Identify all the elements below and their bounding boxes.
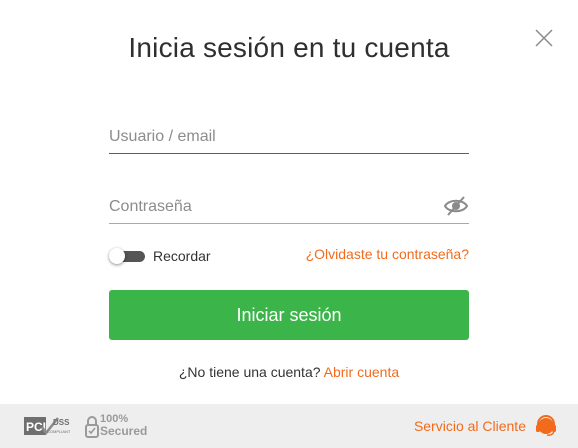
secured-line2: Secured bbox=[100, 424, 148, 438]
svg-text:DSS: DSS bbox=[53, 418, 70, 427]
username-field-wrapper bbox=[109, 123, 469, 154]
remember-label: Recordar bbox=[153, 248, 211, 264]
pci-dss-badge: PCI DSS COMPLIANT bbox=[24, 417, 71, 436]
secured-badge-text: 100% Secured bbox=[100, 414, 148, 438]
remember-toggle[interactable] bbox=[109, 248, 145, 264]
password-field-wrapper bbox=[109, 193, 469, 224]
modal-title: Inicia sesión en tu cuenta bbox=[128, 32, 450, 63]
signup-link[interactable]: Abrir cuenta bbox=[324, 364, 399, 380]
eye-slash-icon[interactable] bbox=[443, 195, 469, 217]
username-input[interactable] bbox=[109, 123, 469, 151]
headset-icon[interactable] bbox=[535, 415, 557, 437]
toggle-knob bbox=[109, 248, 125, 264]
login-modal: Inicia sesión en tu cuenta Recordar ¿Olv… bbox=[0, 0, 578, 448]
modal-footer: PCI DSS COMPLIANT 100% Secured Servicio … bbox=[0, 404, 578, 448]
signup-row: ¿No tiene una cuenta? Abrir cuenta bbox=[0, 364, 578, 380]
svg-text:COMPLIANT: COMPLIANT bbox=[47, 429, 71, 434]
signup-prompt: ¿No tiene una cuenta? bbox=[178, 364, 321, 380]
lock-icon bbox=[85, 416, 99, 438]
forgot-password-link[interactable]: ¿Olvidaste tu contraseña? bbox=[306, 246, 469, 262]
password-input[interactable] bbox=[109, 193, 429, 221]
login-button[interactable]: Iniciar sesión bbox=[109, 290, 469, 340]
customer-service-link[interactable]: Servicio al Cliente bbox=[414, 418, 526, 434]
